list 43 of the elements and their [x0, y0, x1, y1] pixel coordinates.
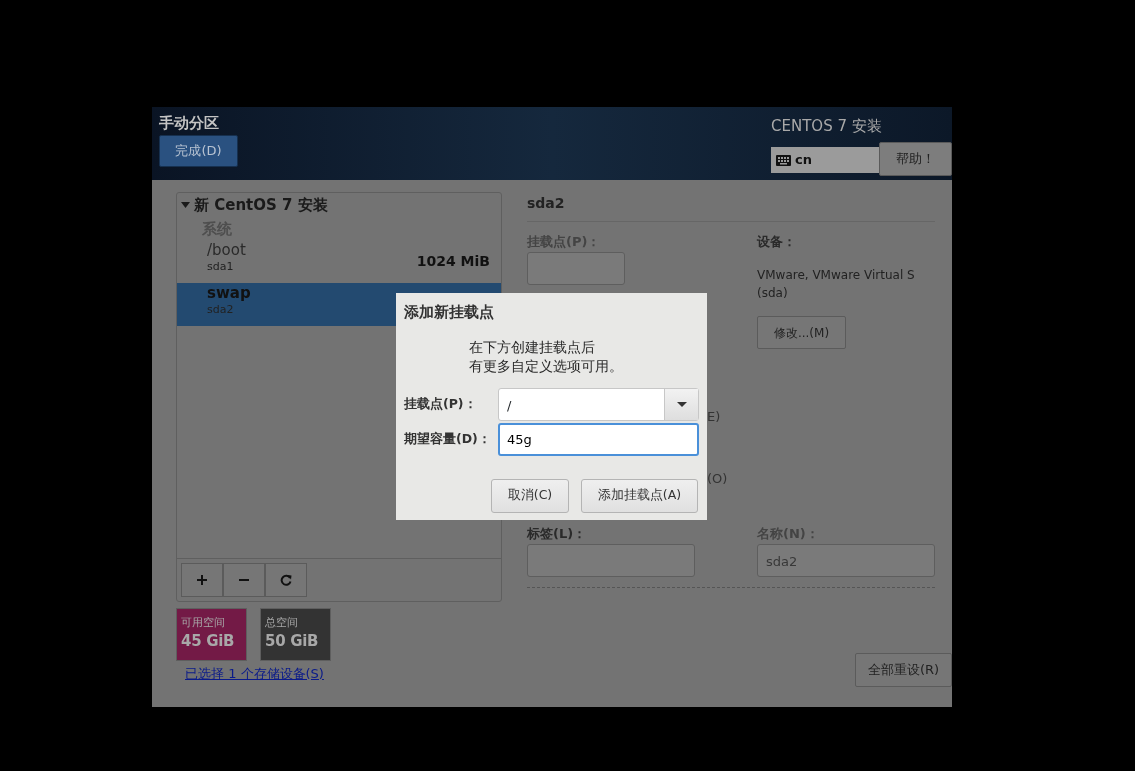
capacity-field[interactable]: 45g [498, 422, 699, 456]
keyboard-icon [776, 154, 791, 166]
reset-all-button[interactable]: 全部重设(R) [855, 653, 952, 687]
page-title: 手动分区 [159, 114, 220, 132]
device-label: 设备： [757, 233, 797, 251]
layout-code: cn [795, 151, 812, 170]
space-value: 50 GiB [265, 631, 320, 651]
capacity-label: 期望容量(D)： [404, 429, 492, 448]
partition-size: 1024 MiB [416, 252, 490, 271]
add-mount-point-button[interactable]: 添加挂载点(A) [581, 478, 698, 513]
add-icon [196, 574, 208, 586]
refresh-icon [280, 574, 292, 586]
space-label: 总空间 [265, 615, 299, 631]
partition-row[interactable]: /boot sda1 1024 MiB [177, 240, 501, 283]
refresh-button[interactable] [265, 563, 307, 597]
dialog-title: 添加新挂载点 [404, 302, 495, 323]
mount-point-combo[interactable]: / [498, 387, 699, 421]
expanded-arrow-icon[interactable] [181, 202, 190, 209]
mount-point-field[interactable] [527, 252, 625, 285]
label-field[interactable] [527, 544, 695, 577]
space-label: 可用空间 [181, 615, 226, 631]
device-description: VMware, VMware Virtual S (sda) [757, 267, 916, 302]
done-button[interactable]: 完成(D) [159, 135, 238, 167]
help-button[interactable]: 帮助！ [879, 142, 952, 176]
partial-text: (O) [706, 469, 729, 488]
partition-device: sda2 [207, 302, 235, 318]
cancel-button[interactable]: 取消(C) [491, 478, 569, 513]
dropdown-arrow-icon[interactable] [676, 401, 687, 407]
partition-name: swap [207, 284, 251, 302]
keyboard-layout-indicator[interactable]: cn [771, 147, 879, 173]
add-button[interactable] [181, 563, 223, 597]
product-title: CENTOS 7 安装 [771, 117, 882, 135]
label-label: 标签(L)： [527, 525, 588, 543]
storage-devices-link[interactable]: 已选择 1 个存储设备(S) [185, 666, 324, 681]
partition-device: sda1 [207, 259, 235, 275]
modify-button[interactable]: 修改...(M) [757, 316, 846, 349]
dialog-message: 在下方创建挂载点后 有更多自定义选项可用。 [468, 337, 624, 376]
tree-root-label: 新 CentOS 7 安装 [194, 195, 328, 216]
mount-point-label: 挂载点(P)： [404, 394, 478, 413]
partition-name: /boot [207, 241, 246, 259]
partial-text: E) [706, 408, 722, 426]
partition-title: sda2 [527, 192, 935, 222]
space-value: 45 GiB [181, 631, 236, 651]
